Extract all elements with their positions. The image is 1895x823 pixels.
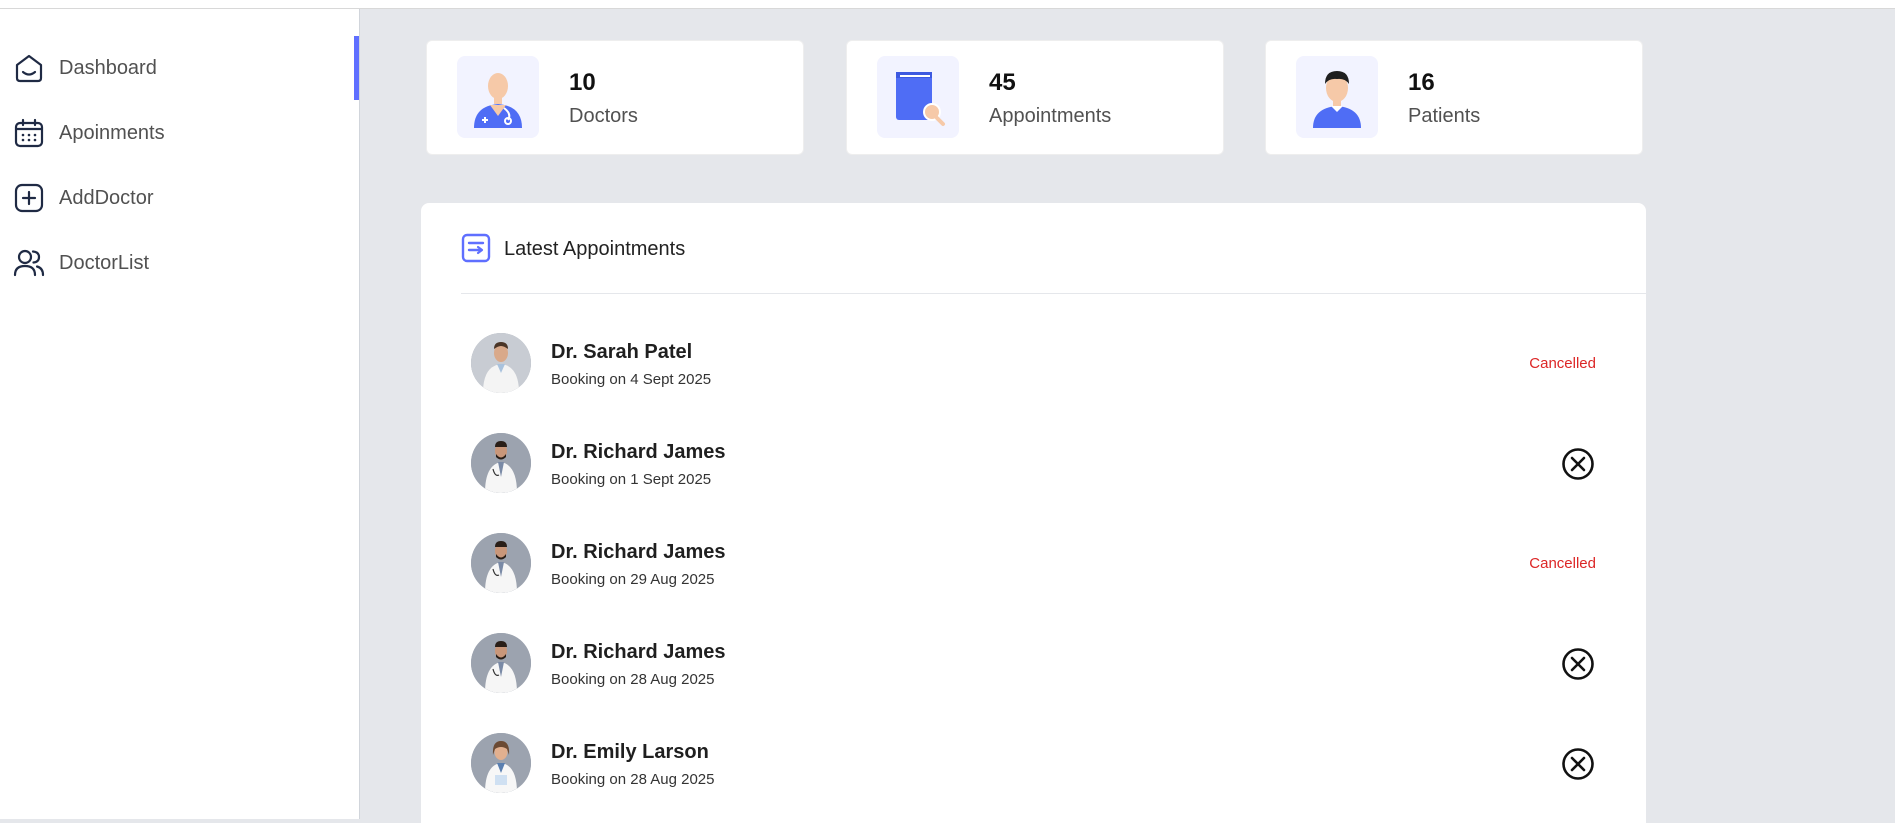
appointment-row: Dr. Richard James Booking on 29 Aug 2025… xyxy=(421,513,1646,613)
appointments-count: 45 xyxy=(989,69,1016,96)
sidebar-item-doctor-list[interactable]: DoctorList xyxy=(0,231,359,295)
patient-icon xyxy=(1296,56,1378,138)
doctor-avatar xyxy=(471,533,531,593)
doctor-avatar xyxy=(471,333,531,393)
appointment-row: Dr. Richard James Booking on 1 Sept 2025 xyxy=(421,413,1646,513)
panel-header: Latest Appointments xyxy=(461,203,1646,294)
status-cancelled: Cancelled xyxy=(1529,555,1596,572)
doctor-avatar xyxy=(471,733,531,793)
stat-card-doctors[interactable]: 10 Doctors xyxy=(426,40,804,155)
cancel-circle-icon xyxy=(1562,748,1594,780)
sidebar-item-label: AddDoctor xyxy=(59,186,154,209)
booking-date: Booking on 1 Sept 2025 xyxy=(551,471,712,488)
sidebar-item-label: Dashboard xyxy=(59,56,157,79)
top-bar xyxy=(0,0,1895,9)
appointment-row: Dr. Sarah Patel Booking on 4 Sept 2025 C… xyxy=(421,313,1646,413)
sidebar-item-appointments[interactable]: Apoinments xyxy=(0,101,359,165)
booking-date: Booking on 4 Sept 2025 xyxy=(551,371,712,388)
appointment-row: Dr. Richard James Booking on 28 Aug 2025 xyxy=(421,613,1646,713)
doctor-name: Dr. Emily Larson xyxy=(551,741,709,763)
doctors-label: Doctors xyxy=(569,105,638,127)
appointments-label: Appointments xyxy=(989,105,1112,127)
doctor-icon xyxy=(457,56,539,138)
status-cancelled: Cancelled xyxy=(1529,355,1596,372)
panel-title: Latest Appointments xyxy=(504,238,686,260)
cancel-appointment-button[interactable] xyxy=(1560,446,1596,482)
cancel-appointment-button[interactable] xyxy=(1560,746,1596,782)
appointment-row: Dr. Emily Larson Booking on 28 Aug 2025 xyxy=(421,713,1646,813)
doctors-count: 10 xyxy=(569,69,596,96)
sidebar-item-dashboard[interactable]: Dashboard xyxy=(0,36,359,100)
home-icon xyxy=(13,52,45,84)
people-icon xyxy=(13,247,45,279)
sidebar-item-add-doctor[interactable]: AddDoctor xyxy=(0,166,359,230)
booking-date: Booking on 29 Aug 2025 xyxy=(551,571,715,588)
calendar-icon xyxy=(13,117,45,149)
appointments-book-icon xyxy=(877,56,959,138)
doctor-avatar xyxy=(471,433,531,493)
list-icon xyxy=(461,233,491,263)
patients-count: 16 xyxy=(1408,69,1435,96)
active-indicator xyxy=(354,36,359,100)
latest-appointments-panel: Latest Appointments Dr. Sarah Patel Book… xyxy=(421,203,1646,823)
doctor-avatar xyxy=(471,633,531,693)
doctor-name: Dr. Richard James xyxy=(551,441,726,463)
doctor-name: Dr. Sarah Patel xyxy=(551,341,693,363)
doctor-name: Dr. Richard James xyxy=(551,541,726,563)
cancel-circle-icon xyxy=(1562,648,1594,680)
booking-date: Booking on 28 Aug 2025 xyxy=(551,771,715,788)
booking-date: Booking on 28 Aug 2025 xyxy=(551,671,715,688)
sidebar-item-label: Apoinments xyxy=(59,121,165,144)
patients-label: Patients xyxy=(1408,105,1481,127)
stat-card-appointments[interactable]: 45 Appointments xyxy=(846,40,1224,155)
cancel-appointment-button[interactable] xyxy=(1560,646,1596,682)
sidebar-item-label: DoctorList xyxy=(59,251,150,274)
cancel-circle-icon xyxy=(1562,448,1594,480)
add-square-icon xyxy=(13,182,45,214)
sidebar: Dashboard Apoinments AddDoctor DoctorLis… xyxy=(0,9,360,819)
stat-card-patients[interactable]: 16 Patients xyxy=(1265,40,1643,155)
doctor-name: Dr. Richard James xyxy=(551,641,726,663)
